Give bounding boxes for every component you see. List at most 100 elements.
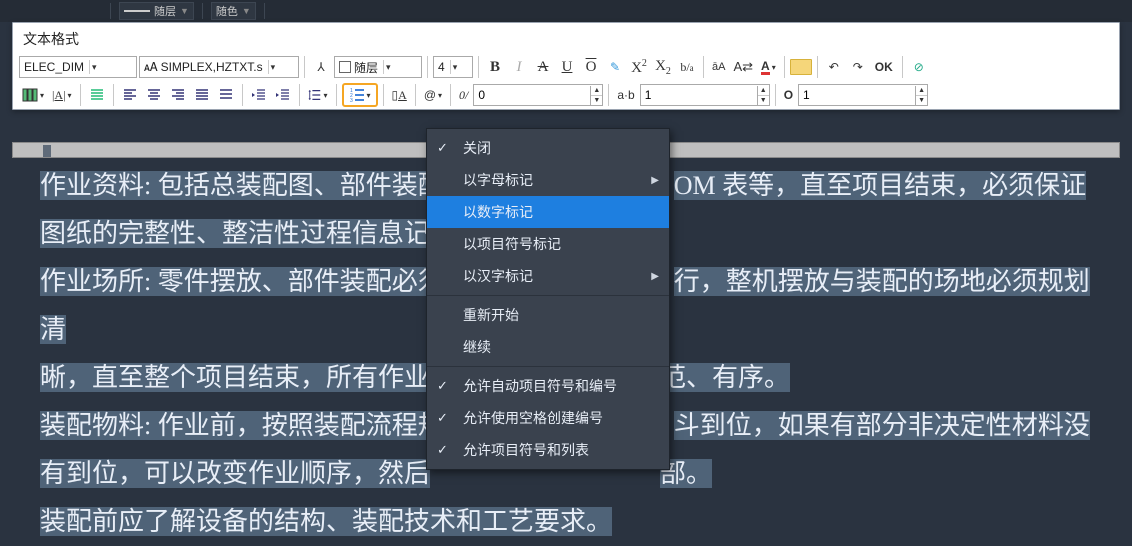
stack-button[interactable]: b/a <box>676 56 698 78</box>
tracking-input[interactable] <box>641 85 757 105</box>
app-top-strip: 随层 ▼ 随色 ▼ <box>0 0 1132 22</box>
change-case-button[interactable]: āA <box>709 56 728 78</box>
menu-item-numbered[interactable]: 以数字标记 <box>427 196 669 228</box>
separator <box>427 56 428 78</box>
separator <box>80 84 81 106</box>
align-distribute-button[interactable] <box>215 84 237 106</box>
text-line: 斗到位，如果有部分非决定性材料没 <box>674 411 1090 440</box>
subscript-button[interactable]: X2 <box>652 56 674 78</box>
oblique-input[interactable] <box>474 85 590 105</box>
check-icon: ✓ <box>437 140 448 156</box>
color-property-combo[interactable]: 随色 ▼ <box>211 2 256 20</box>
numbering-button[interactable]: 123 ▾ <box>342 83 378 107</box>
menu-label: 关闭 <box>463 138 491 158</box>
align-dist-icon <box>218 87 234 103</box>
layer-property-combo[interactable]: 随层 ▼ <box>119 2 194 20</box>
align-justify-button[interactable] <box>191 84 213 106</box>
menu-label: 以项目符号标记 <box>463 234 561 254</box>
align-right-button[interactable] <box>167 84 189 106</box>
spinner-buttons[interactable]: ▲▼ <box>915 86 927 105</box>
separator <box>450 84 451 106</box>
line-spacing-button[interactable]: ▾ <box>305 84 331 106</box>
menu-label: 以数字标记 <box>463 202 533 222</box>
chevron-down-icon: ▾ <box>89 60 97 74</box>
separator <box>336 84 337 106</box>
text-line: 作业资料: 包括总装配图、部件装配 <box>40 171 444 200</box>
separator <box>415 84 416 106</box>
ok-button[interactable]: OK <box>871 56 897 78</box>
text-style-combo[interactable]: ELEC_DIM ▾ <box>19 56 137 78</box>
menu-separator <box>427 295 669 296</box>
columns-button[interactable]: ▾ <box>19 84 47 106</box>
italic-button[interactable]: I <box>508 56 530 78</box>
menu-label: 继续 <box>463 337 491 357</box>
menu-item-chinese[interactable]: 以汉字标记▶ <box>427 260 669 292</box>
color-swatch-icon <box>339 61 351 73</box>
columns-icon <box>22 87 38 103</box>
superscript-button[interactable]: X2 <box>628 56 650 78</box>
clear-format-button[interactable]: ✎ <box>604 56 626 78</box>
menu-item-space-number[interactable]: ✓允许使用空格创建编号 <box>427 402 669 434</box>
undo-button[interactable]: ↶ <box>823 56 845 78</box>
numbering-dropdown-menu: ✓关闭 以字母标记▶ 以数字标记 以项目符号标记 以汉字标记▶ 重新开始 继续 … <box>426 128 670 470</box>
indent-increase-button[interactable] <box>272 84 294 106</box>
separator <box>113 84 114 106</box>
annotation-icon[interactable]: ⅄ <box>310 56 332 78</box>
check-icon: ✓ <box>437 410 448 426</box>
spinner-buttons[interactable]: ▲▼ <box>757 86 769 105</box>
align-justify-icon <box>194 87 210 103</box>
oblique-label: 0/ <box>456 88 471 103</box>
bold-button[interactable]: B <box>484 56 506 78</box>
svg-text:3: 3 <box>350 98 353 103</box>
symbol-button[interactable]: @▾ <box>421 84 445 106</box>
indent-decrease-button[interactable] <box>248 84 270 106</box>
redo-button[interactable]: ↷ <box>847 56 869 78</box>
highlight-button[interactable] <box>790 56 812 78</box>
chevron-down-icon: ▼ <box>180 6 189 16</box>
menu-item-off[interactable]: ✓ 关闭 <box>427 132 669 164</box>
menu-item-bulleted[interactable]: 以项目符号标记 <box>427 228 669 260</box>
justify-icon <box>89 87 105 103</box>
color-bylayer-combo[interactable]: 随层 ▾ <box>334 56 422 78</box>
separator <box>299 84 300 106</box>
menu-label: 允许项目符号和列表 <box>463 440 589 460</box>
options-button[interactable]: ⊘ <box>908 56 930 78</box>
align-right-icon <box>170 87 186 103</box>
separator <box>478 56 479 78</box>
menu-separator <box>427 366 669 367</box>
menu-item-continue[interactable]: 继续 <box>427 331 669 363</box>
overline-button[interactable]: O <box>580 56 602 78</box>
check-icon: ✓ <box>437 378 448 394</box>
menu-item-allow-lists[interactable]: ✓允许项目符号和列表 <box>427 434 669 466</box>
line-spacing-icon <box>308 87 322 103</box>
align-left-button[interactable] <box>119 84 141 106</box>
indent-right-icon <box>275 87 291 103</box>
font-size-combo[interactable]: 4 ▾ <box>433 56 473 78</box>
separator <box>902 56 903 78</box>
underline-button[interactable]: U <box>556 56 578 78</box>
strip-separator <box>264 3 265 19</box>
justify-button[interactable] <box>86 84 108 106</box>
menu-label: 允许自动项目符号和编号 <box>463 376 617 396</box>
menu-item-auto-bullet[interactable]: ✓ 允许自动项目符号和编号 <box>427 370 669 402</box>
menu-label: 以汉字标记 <box>463 266 533 286</box>
strikethrough-button[interactable]: A <box>532 56 554 78</box>
menu-item-restart[interactable]: 重新开始 <box>427 299 669 331</box>
char-width-button[interactable]: A⇄ <box>730 56 756 78</box>
width-factor-input[interactable] <box>799 85 915 105</box>
width-factor-spinner[interactable]: ▲▼ <box>798 84 928 106</box>
menu-item-lettered[interactable]: 以字母标记▶ <box>427 164 669 196</box>
font-color-button[interactable]: A▾ <box>758 56 779 78</box>
indent-left-icon <box>251 87 267 103</box>
highlight-swatch-icon <box>790 59 812 75</box>
spinner-buttons[interactable]: ▲▼ <box>590 86 602 105</box>
ruler-indent-marker[interactable] <box>43 145 51 157</box>
oblique-spinner[interactable]: ▲▼ <box>473 84 603 106</box>
separator <box>383 84 384 106</box>
field-button[interactable]: ▯A <box>389 84 410 106</box>
mask-button[interactable]: |A|▾ <box>49 84 75 106</box>
width-factor-label: O <box>781 88 796 102</box>
align-center-button[interactable] <box>143 84 165 106</box>
tracking-spinner[interactable]: ▲▼ <box>640 84 770 106</box>
font-combo[interactable]: 🗚 SIMPLEX,HZTXT.s ▾ <box>139 56 299 78</box>
